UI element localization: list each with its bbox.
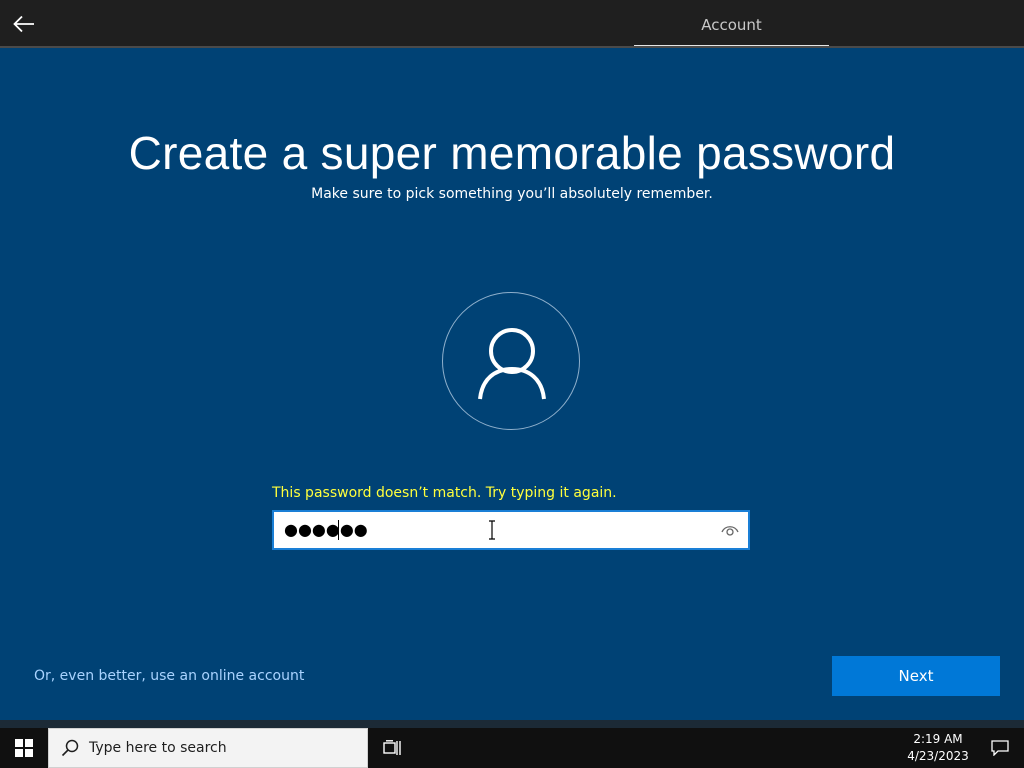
ibeam-cursor-icon: [489, 520, 495, 540]
taskbar-clock[interactable]: 2:19 AM 4/23/2023: [900, 731, 976, 765]
taskbar-search-input[interactable]: Type here to search: [48, 728, 368, 768]
text-caret: [338, 520, 339, 540]
password-value: ●●●●●●: [284, 520, 368, 539]
back-button[interactable]: [10, 12, 38, 36]
notification-button[interactable]: [976, 728, 1024, 768]
password-error-message: This password doesn’t match. Try typing …: [272, 485, 617, 501]
top-bar-divider: [0, 46, 1024, 48]
clock-date: 4/23/2023: [907, 749, 969, 763]
back-arrow-icon: [13, 15, 34, 33]
task-view-icon: [383, 740, 401, 755]
page-subtitle: Make sure to pick something you’ll absol…: [311, 186, 713, 202]
online-account-link[interactable]: Or, even better, use an online account: [34, 668, 304, 684]
avatar: [442, 292, 580, 430]
search-icon: [61, 739, 79, 757]
taskbar: Type here to search 2:19 AM 4/23/2023: [0, 728, 1024, 768]
notification-icon: [991, 740, 1009, 756]
page-title: Create a super memorable password: [128, 127, 896, 179]
search-placeholder: Type here to search: [89, 740, 227, 756]
top-bar: Account: [0, 0, 1024, 48]
next-button[interactable]: Next: [832, 656, 1000, 696]
user-icon: [478, 328, 546, 400]
windows-logo-icon: [15, 739, 33, 757]
password-input[interactable]: ●●●●●●: [272, 510, 750, 550]
start-button[interactable]: [0, 728, 48, 768]
clock-time: 2:19 AM: [913, 732, 963, 746]
reveal-password-eye-icon[interactable]: [721, 522, 739, 538]
taskbar-top-strip: [0, 720, 1024, 728]
task-view-button[interactable]: [372, 728, 412, 768]
tab-account: Account: [701, 16, 762, 34]
